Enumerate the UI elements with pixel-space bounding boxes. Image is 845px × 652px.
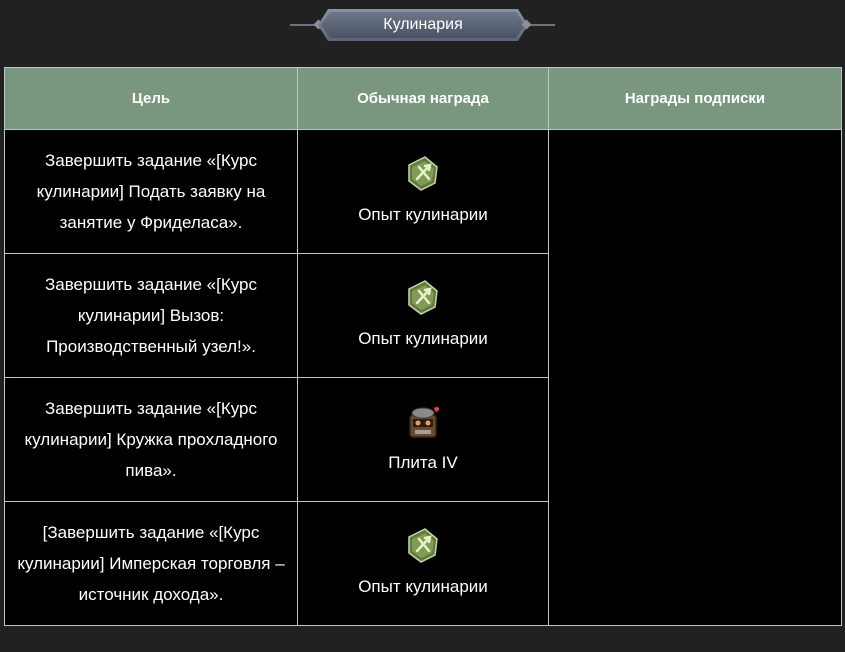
column-header-goal: Цель (4, 67, 298, 130)
title-decor-left (290, 24, 318, 26)
cooking-xp-icon (408, 156, 438, 191)
table-header-row: Цель Обычная награда Награды подписки (4, 67, 842, 130)
reward-cell: Плита IV (297, 377, 549, 502)
table-row: Завершить задание «[Курс кулинарии] Пода… (4, 129, 842, 626)
subscription-rewards-cell (548, 129, 842, 626)
section-title-bar: Кулинария (0, 8, 845, 42)
cooking-stove-icon (409, 407, 439, 438)
section-title: Кулинария (383, 16, 463, 33)
goal-cell: Завершить задание «[Курс кулинарии] Пода… (4, 129, 298, 254)
goal-cell: Завершить задание «[Курс кулинарии] Круж… (4, 377, 298, 502)
goal-cell: [Завершить задание «[Курс кулинарии] Имп… (4, 501, 298, 626)
section-title-badge: Кулинария (318, 9, 528, 41)
column-header-regular-reward: Обычная награда (297, 67, 549, 130)
reward-label: Опыт кулинарии (358, 577, 488, 596)
reward-label: Опыт кулинарии (358, 205, 488, 224)
column-header-subscription-rewards: Награды подписки (548, 67, 842, 130)
rewards-table: Цель Обычная награда Награды подписки За… (4, 67, 842, 626)
reward-cell: Опыт кулинарии (297, 253, 549, 378)
reward-cell: Опыт кулинарии (297, 501, 549, 626)
goal-cell: Завершить задание «[Курс кулинарии] Вызо… (4, 253, 298, 378)
reward-label: Плита IV (388, 453, 458, 472)
cooking-xp-icon (408, 528, 438, 563)
reward-label: Опыт кулинарии (358, 329, 488, 348)
title-decor-right (527, 24, 555, 26)
cooking-xp-icon (408, 280, 438, 315)
reward-cell: Опыт кулинарии (297, 129, 549, 254)
